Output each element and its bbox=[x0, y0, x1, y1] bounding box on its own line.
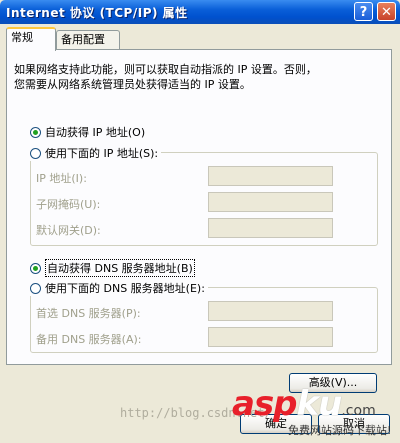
ip-manual-radio[interactable]: 使用下面的 IP 地址(S): bbox=[30, 145, 162, 161]
alternate-dns-label: 备用 DNS 服务器(A): bbox=[36, 333, 142, 346]
dns-manual-radio[interactable]: 使用下面的 DNS 服务器地址(E): bbox=[30, 280, 208, 296]
subnet-mask-input[interactable] bbox=[208, 192, 333, 212]
description-text: 如果网络支持此功能，则可以获取自动指派的 IP 设置。否则， 您需要从网络系统管… bbox=[14, 62, 374, 92]
ip-address-input[interactable] bbox=[208, 166, 333, 186]
radio-checked-icon bbox=[30, 126, 41, 138]
logo-asp: asp bbox=[232, 384, 298, 424]
preferred-dns-label: 首选 DNS 服务器(P): bbox=[36, 307, 141, 320]
radio-checked-icon bbox=[30, 262, 41, 274]
ip-auto-label: 自动获得 IP 地址(O) bbox=[45, 126, 146, 139]
window-title: Internet 协议 (TCP/IP) 属性 bbox=[6, 6, 188, 20]
dns-auto-label: 自动获得 DNS 服务器地址(B) bbox=[45, 259, 195, 277]
title-bar[interactable]: Internet 协议 (TCP/IP) 属性 ? ✕ bbox=[0, 0, 400, 24]
description-line-2: 您需要从网络系统管理员处获得适当的 IP 设置。 bbox=[14, 78, 251, 91]
radio-unchecked-icon bbox=[30, 282, 41, 294]
dialog-window: Internet 协议 (TCP/IP) 属性 ? ✕ 常规 备用配置 如果网络… bbox=[0, 0, 400, 443]
tab-general[interactable]: 常规 bbox=[6, 27, 56, 51]
ip-manual-label: 使用下面的 IP 地址(S): bbox=[45, 147, 159, 160]
close-button[interactable]: ✕ bbox=[377, 2, 396, 21]
preferred-dns-input[interactable] bbox=[208, 301, 333, 321]
default-gateway-input[interactable] bbox=[208, 218, 333, 238]
radio-unchecked-icon bbox=[30, 147, 41, 159]
tab-general-label: 常规 bbox=[11, 31, 33, 44]
logo-subtitle: 免费网站源码下载站! bbox=[288, 424, 392, 437]
logo-ku: ku bbox=[296, 384, 343, 424]
dns-manual-label: 使用下面的 DNS 服务器地址(E): bbox=[45, 282, 205, 295]
tab-alternate-config-label: 备用配置 bbox=[61, 33, 105, 46]
subnet-mask-label: 子网掩码(U): bbox=[36, 198, 101, 211]
default-gateway-label: 默认网关(D): bbox=[36, 224, 101, 237]
ip-auto-radio[interactable]: 自动获得 IP 地址(O) bbox=[30, 124, 145, 140]
alternate-dns-input[interactable] bbox=[208, 327, 333, 347]
help-button[interactable]: ? bbox=[354, 2, 373, 21]
tab-alternate-config[interactable]: 备用配置 bbox=[56, 30, 120, 49]
description-line-1: 如果网络支持此功能，则可以获取自动指派的 IP 设置。否则， bbox=[14, 63, 317, 76]
logo-com: .com bbox=[341, 403, 376, 419]
ip-address-label: IP 地址(I): bbox=[36, 172, 87, 185]
dns-auto-radio[interactable]: 自动获得 DNS 服务器地址(B) bbox=[30, 259, 195, 277]
